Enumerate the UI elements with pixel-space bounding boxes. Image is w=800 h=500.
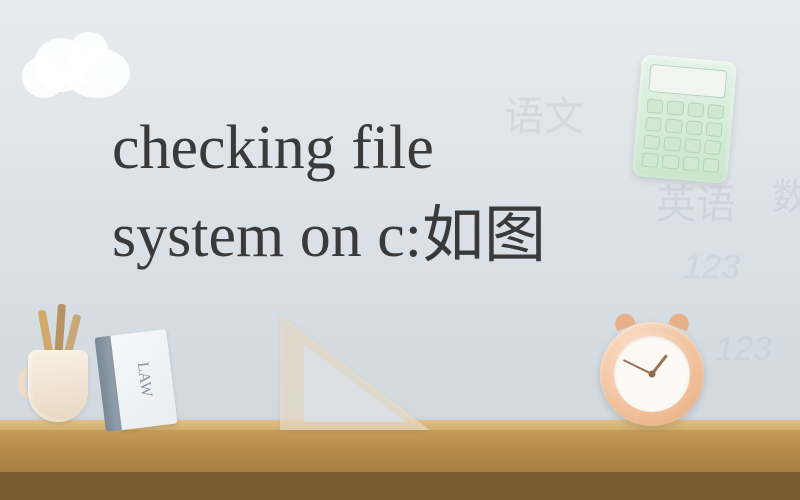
text-line-1: checking file	[112, 104, 546, 192]
bg-num-2: 123	[715, 330, 772, 369]
cloud-decoration	[22, 30, 142, 105]
bg-num-1: 123	[683, 248, 740, 287]
shelf-shadow	[0, 472, 800, 500]
bg-label-shuxue: 数学	[772, 168, 800, 220]
question-text: checking file system on c:如图	[112, 104, 546, 280]
calculator-decoration	[632, 54, 737, 184]
book-label: LAW	[133, 361, 155, 398]
book-decoration: LAW	[94, 329, 177, 432]
pencil-cup	[18, 330, 100, 422]
triangle-ruler-hole	[304, 344, 406, 422]
text-line-2: system on c:如图	[112, 192, 546, 280]
alarm-clock	[600, 322, 704, 426]
